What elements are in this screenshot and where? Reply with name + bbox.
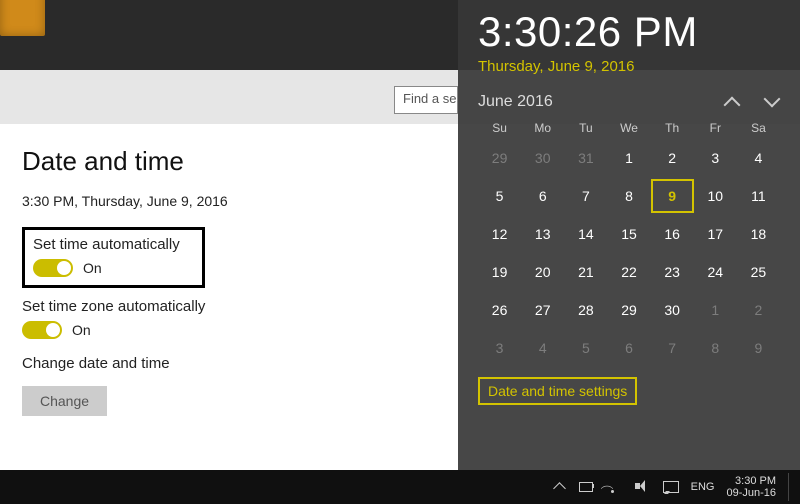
calendar-day[interactable]: 1 — [694, 293, 737, 327]
calendar-day[interactable]: 9 — [737, 331, 780, 365]
calendar-day[interactable]: 4 — [521, 331, 564, 365]
calendar-weekday: Th — [651, 121, 694, 135]
calendar-weekday: Su — [478, 121, 521, 135]
taskbar-clock[interactable]: 3:30 PM 09-Jun-16 — [726, 475, 776, 499]
calendar-day[interactable]: 22 — [607, 255, 650, 289]
calendar-day[interactable]: 29 — [478, 141, 521, 175]
calendar-day[interactable]: 16 — [651, 217, 694, 251]
calendar-prev-icon[interactable] — [722, 93, 740, 111]
calendar-weekday: Mo — [521, 121, 564, 135]
action-center-icon[interactable] — [663, 480, 679, 494]
calendar-day[interactable]: 3 — [478, 331, 521, 365]
calendar-weekday-row: SuMoTuWeThFrSa — [478, 121, 780, 135]
taskbar: ENG 3:30 PM 09-Jun-16 — [0, 470, 800, 504]
volume-icon[interactable] — [635, 480, 651, 494]
settings-panel: Date and time 3:30 PM, Thursday, June 9,… — [0, 124, 458, 470]
calendar-header: June 2016 — [478, 93, 780, 111]
calendar-day[interactable]: 25 — [737, 255, 780, 289]
auto-time-label: Set time automatically — [33, 236, 180, 253]
calendar-day[interactable]: 7 — [564, 179, 607, 213]
calendar-day[interactable]: 17 — [694, 217, 737, 251]
auto-tz-state: On — [72, 322, 91, 338]
settings-search-input[interactable]: Find a se — [394, 86, 458, 114]
calendar-day[interactable]: 10 — [694, 179, 737, 213]
auto-tz-label: Set time zone automatically — [22, 298, 436, 315]
flyout-time: 3:30:26 PM — [478, 8, 780, 56]
highlight-box-auto-time: Set time automatically On — [22, 227, 205, 288]
calendar-day[interactable]: 15 — [607, 217, 650, 251]
calendar-day[interactable]: 6 — [607, 331, 650, 365]
calendar-day[interactable]: 5 — [478, 179, 521, 213]
calendar-month-label[interactable]: June 2016 — [478, 93, 553, 111]
current-datetime-text: 3:30 PM, Thursday, June 9, 2016 — [22, 193, 436, 209]
auto-time-toggle[interactable] — [33, 259, 73, 277]
calendar-day[interactable]: 26 — [478, 293, 521, 327]
language-indicator[interactable]: ENG — [691, 481, 715, 493]
taskbar-time: 3:30 PM — [726, 475, 776, 487]
calendar-day[interactable]: 5 — [564, 331, 607, 365]
calendar-day[interactable]: 1 — [607, 141, 650, 175]
calendar-day[interactable]: 8 — [694, 331, 737, 365]
auto-tz-toggle[interactable] — [22, 321, 62, 339]
clock-calendar-flyout: 3:30:26 PM Thursday, June 9, 2016 June 2… — [458, 0, 800, 470]
calendar-day[interactable]: 12 — [478, 217, 521, 251]
change-button[interactable]: Change — [22, 386, 107, 416]
battery-icon[interactable] — [579, 480, 595, 494]
calendar-day[interactable]: 18 — [737, 217, 780, 251]
calendar-day[interactable]: 2 — [737, 293, 780, 327]
calendar-day[interactable]: 3 — [694, 141, 737, 175]
show-desktop-button[interactable] — [788, 473, 794, 501]
calendar-day[interactable]: 20 — [521, 255, 564, 289]
calendar-day[interactable]: 7 — [651, 331, 694, 365]
calendar-day[interactable]: 23 — [651, 255, 694, 289]
change-dt-label: Change date and time — [22, 355, 436, 372]
calendar-day[interactable]: 4 — [737, 141, 780, 175]
calendar-day[interactable]: 8 — [607, 179, 650, 213]
calendar-day-today[interactable]: 9 — [651, 179, 694, 213]
calendar-weekday: Fr — [694, 121, 737, 135]
calendar-day[interactable]: 13 — [521, 217, 564, 251]
calendar-weekday: Sa — [737, 121, 780, 135]
calendar-day[interactable]: 21 — [564, 255, 607, 289]
calendar-next-icon[interactable] — [762, 93, 780, 111]
flyout-date: Thursday, June 9, 2016 — [478, 58, 780, 75]
date-time-settings-link[interactable]: Date and time settings — [478, 377, 637, 405]
desktop-photo-detail — [0, 0, 45, 36]
calendar-weekday: We — [607, 121, 650, 135]
tray-overflow-icon[interactable] — [553, 480, 567, 494]
calendar-grid: 2930311234567891011121314151617181920212… — [478, 141, 780, 365]
calendar-day[interactable]: 31 — [564, 141, 607, 175]
calendar-day[interactable]: 27 — [521, 293, 564, 327]
calendar-day[interactable]: 24 — [694, 255, 737, 289]
wifi-icon[interactable] — [607, 480, 623, 494]
calendar-day[interactable]: 11 — [737, 179, 780, 213]
calendar-day[interactable]: 30 — [521, 141, 564, 175]
calendar-weekday: Tu — [564, 121, 607, 135]
auto-time-state: On — [83, 260, 102, 276]
calendar-day[interactable]: 28 — [564, 293, 607, 327]
calendar-day[interactable]: 6 — [521, 179, 564, 213]
calendar-day[interactable]: 30 — [651, 293, 694, 327]
calendar-day[interactable]: 14 — [564, 217, 607, 251]
taskbar-date: 09-Jun-16 — [726, 487, 776, 499]
calendar-day[interactable]: 2 — [651, 141, 694, 175]
settings-heading: Date and time — [22, 146, 436, 177]
calendar-day[interactable]: 19 — [478, 255, 521, 289]
calendar-day[interactable]: 29 — [607, 293, 650, 327]
